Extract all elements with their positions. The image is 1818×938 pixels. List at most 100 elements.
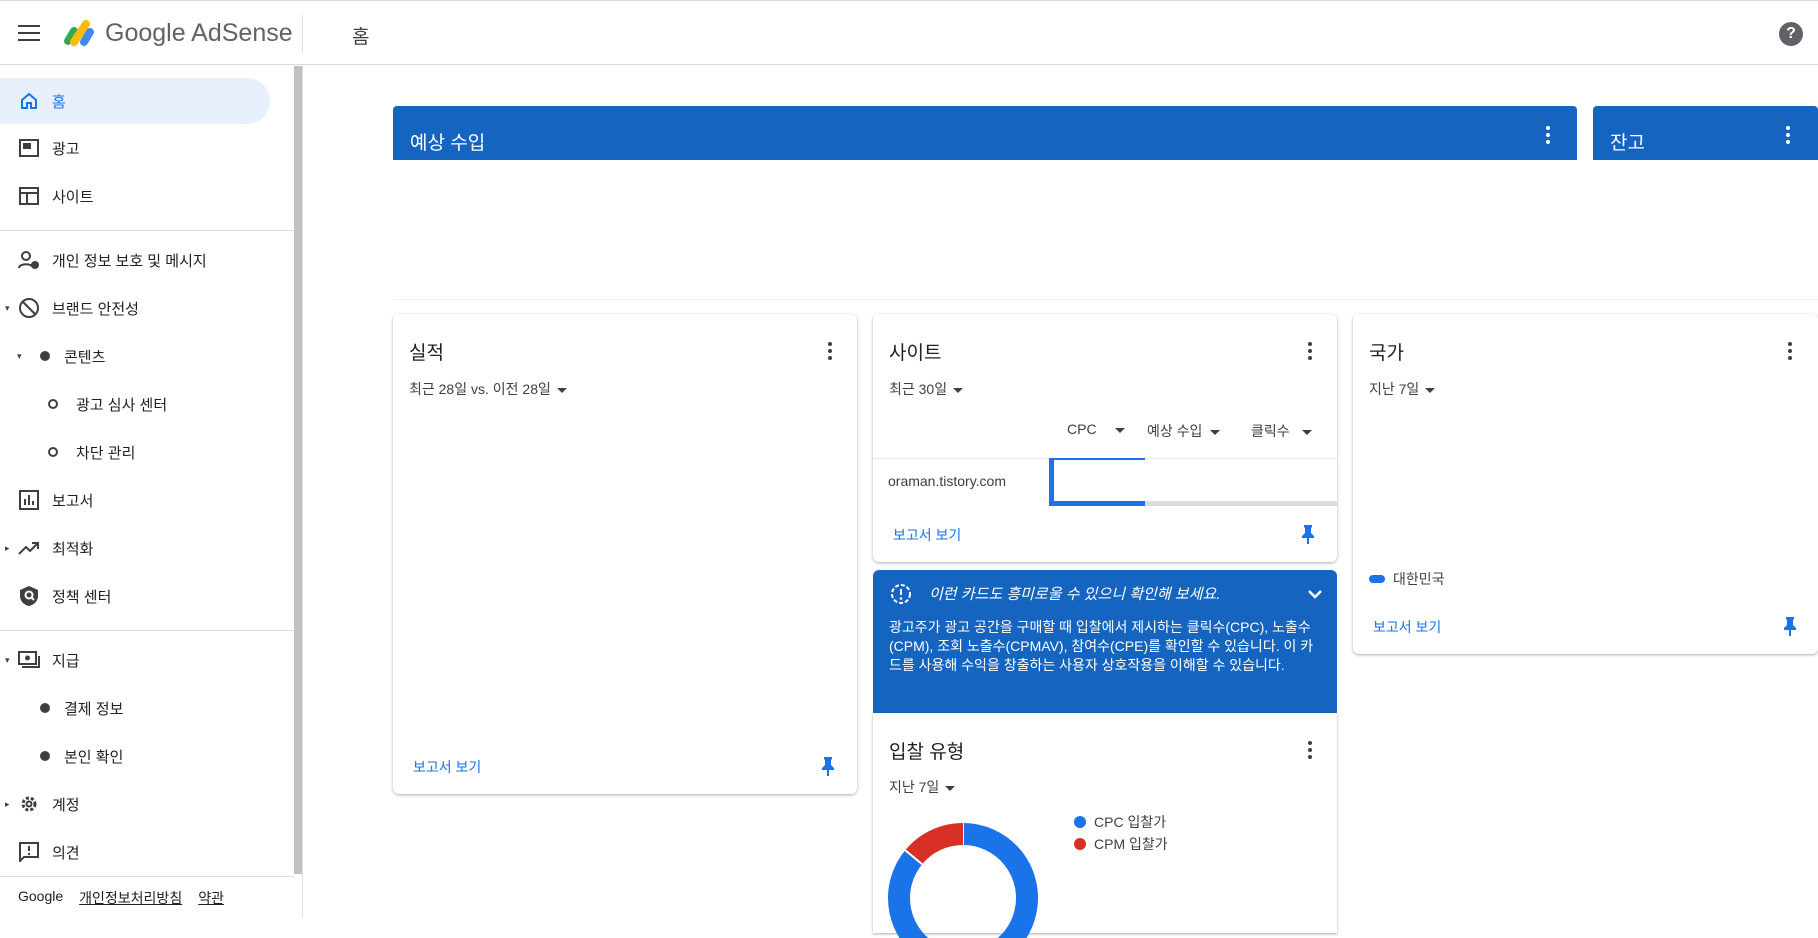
sidebar-scrollbar[interactable]	[294, 66, 302, 874]
sidebar-item-reports[interactable]: 보고서	[0, 477, 270, 523]
legend-label: CPC 입찰가	[1094, 814, 1167, 830]
sidebar-item-ad-review-center[interactable]: 광고 심사 센터	[0, 381, 270, 427]
sidebar-item-payments[interactable]: ▾ 지급	[0, 637, 270, 683]
sidebar-item-account[interactable]: ▸ 계정	[0, 781, 270, 827]
caret-right-icon: ▸	[5, 542, 10, 553]
terms-link[interactable]: 약관	[198, 888, 224, 908]
dot-icon	[34, 745, 56, 767]
site-bar-marker	[1049, 458, 1054, 506]
date-range-selector[interactable]: 최근 28일 vs. 이전 28일	[409, 379, 567, 399]
balance-card-title: 잔고	[1610, 133, 1645, 154]
site-bar-highlight	[1049, 458, 1145, 460]
sidebar-item-label: 광고 심사 센터	[76, 396, 168, 414]
alert-badge-icon	[891, 584, 911, 604]
country-card-title: 국가	[1369, 343, 1404, 364]
legend-label: CPM 입찰가	[1094, 836, 1168, 852]
sidebar-item-label: 개인 정보 보호 및 메시지	[52, 252, 207, 270]
legend-dot	[1074, 838, 1086, 850]
sidebar-item-content[interactable]: ▾ 콘텐츠	[0, 333, 270, 379]
dropdown-arrow-icon	[1425, 387, 1436, 393]
help-icon[interactable]: ?	[1779, 22, 1803, 46]
sidebar-item-blocking-controls[interactable]: 차단 관리	[0, 429, 270, 475]
dot-icon	[34, 345, 56, 367]
header-divider	[302, 15, 303, 53]
view-report-link[interactable]: 보고서 보기	[893, 525, 961, 545]
more-vert-icon[interactable]	[827, 342, 833, 360]
sidebar-item-brand-safety[interactable]: ▾ 브랜드 안전성	[0, 285, 270, 331]
metric-label: 클릭수	[1251, 423, 1290, 439]
sidebar-item-sites[interactable]: 사이트	[0, 173, 270, 219]
sidebar-item-label: 지급	[52, 652, 80, 670]
tip-title: 이런 카드도 흥미로울 수 있으니 확인해 보세요.	[929, 586, 1221, 603]
earnings-card-title: 예상 수입	[410, 133, 486, 154]
bid-type-donut-chart	[888, 823, 1038, 938]
ring-icon	[42, 441, 64, 463]
sidebar-item-label: 브랜드 안전성	[52, 300, 139, 318]
dropdown-arrow-icon	[1301, 429, 1312, 435]
more-vert-icon[interactable]	[1307, 342, 1313, 360]
legend-item-country: 대한민국	[1369, 569, 1445, 589]
block-icon	[18, 297, 40, 319]
earnings-card-header: 예상 수입	[393, 106, 1577, 160]
sidebar-item-home[interactable]: 홈	[0, 78, 270, 124]
date-range-selector[interactable]: 지난 7일	[1369, 379, 1436, 399]
adsense-logo-icon	[64, 20, 94, 46]
sidebar-item-label: 결제 정보	[64, 700, 124, 718]
ads-icon	[18, 137, 40, 159]
dropdown-arrow-icon	[953, 387, 964, 393]
sidebar-item-ads[interactable]: 광고	[0, 125, 270, 171]
dropdown-arrow-icon	[1210, 429, 1221, 435]
ring-icon	[42, 393, 64, 415]
performance-card-title: 실적	[409, 343, 444, 364]
sidebar-item-label: 보고서	[52, 492, 94, 510]
dot-icon	[34, 697, 56, 719]
sidebar-item-label: 차단 관리	[76, 444, 136, 462]
tip-body: 광고주가 광고 공간을 구매할 때 입찰에서 제시하는 클릭수(CPC), 노출…	[889, 619, 1314, 673]
more-vert-icon[interactable]	[1307, 741, 1313, 759]
privacy-policy-link[interactable]: 개인정보처리방침	[79, 888, 182, 908]
sidebar-footer: Google 개인정보처리방침 약관	[18, 888, 224, 908]
sidebar-item-privacy[interactable]: 개인 정보 보호 및 메시지	[0, 237, 270, 283]
metric-selector-clicks[interactable]: 클릭수	[1251, 421, 1312, 441]
top-app-bar: Google AdSense 홈 ?	[0, 0, 1818, 65]
sidebar: 홈 광고 사이트 개인 정보 보호 및 메시지 ▾ 브랜드 안전성 ▾ 콘텐츠 …	[0, 66, 300, 918]
chevron-down-icon[interactable]	[1305, 584, 1325, 604]
sidebar-divider	[0, 230, 294, 231]
sidebar-item-optimization[interactable]: ▸ 최적화	[0, 525, 270, 571]
legend-swatch	[1369, 575, 1385, 583]
home-icon	[18, 90, 40, 112]
site-row-label: oraman.tistory.com	[888, 473, 1006, 489]
caret-down-icon: ▾	[17, 350, 22, 361]
site-bar-fill	[1049, 501, 1145, 506]
pin-icon[interactable]	[821, 756, 835, 776]
brand-name: Google AdSense	[105, 19, 293, 47]
sidebar-item-label: 광고	[52, 140, 80, 158]
sidebar-item-identity-verification[interactable]: 본인 확인	[0, 733, 270, 779]
view-report-link[interactable]: 보고서 보기	[413, 757, 481, 777]
more-vert-icon[interactable]	[1787, 342, 1793, 360]
sidebar-item-policy-center[interactable]: 정책 센터	[0, 573, 270, 619]
sidebar-item-feedback[interactable]: 의견	[0, 829, 270, 875]
legend-item-cpm: CPM 입찰가	[1074, 834, 1168, 854]
menu-icon[interactable]	[18, 25, 40, 41]
caret-right-icon: ▸	[5, 798, 10, 809]
sidebar-item-label: 최적화	[52, 540, 94, 558]
more-vert-icon[interactable]	[1545, 126, 1551, 144]
footer-google: Google	[18, 888, 64, 904]
dropdown-arrow-icon	[945, 785, 956, 791]
pin-icon[interactable]	[1783, 616, 1797, 636]
country-card: 국가 지난 7일 대한민국 보고서 보기	[1353, 314, 1818, 654]
more-vert-icon[interactable]	[1785, 126, 1791, 144]
date-range-label: 지난 7일	[889, 779, 940, 795]
metric-selector-earnings[interactable]: 예상 수입	[1147, 421, 1221, 441]
metric-selector-cpc[interactable]: CPC	[1067, 421, 1125, 437]
date-range-label: 최근 28일 vs. 이전 28일	[409, 381, 551, 397]
view-report-link[interactable]: 보고서 보기	[1373, 617, 1441, 637]
dropdown-arrow-icon	[556, 387, 567, 393]
bid-type-card: 입찰 유형 지난 7일 CPC 입찰가 CPM 입찰가	[873, 713, 1337, 938]
date-range-selector[interactable]: 최근 30일	[889, 379, 964, 399]
pin-icon[interactable]	[1301, 524, 1315, 544]
balance-card-header: 잔고	[1593, 106, 1818, 160]
date-range-selector[interactable]: 지난 7일	[889, 777, 956, 797]
sidebar-item-payment-info[interactable]: 결제 정보	[0, 685, 270, 731]
